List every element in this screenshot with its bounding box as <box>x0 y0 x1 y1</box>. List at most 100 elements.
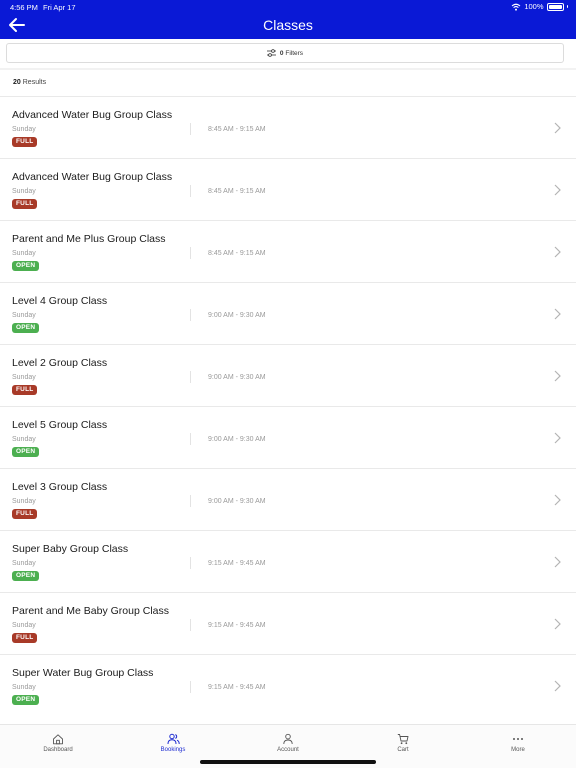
battery-nub <box>566 5 568 8</box>
tab-more[interactable]: More <box>478 733 558 753</box>
divider <box>190 371 191 383</box>
chevron-right-icon <box>554 494 561 506</box>
class-day: Sunday <box>12 560 36 567</box>
filters-count: 0 <box>279 49 284 57</box>
chevron-right-icon <box>554 308 561 320</box>
divider <box>190 433 191 445</box>
divider <box>190 123 191 135</box>
status-date: Fri Apr 17 <box>43 3 76 12</box>
class-name: Super Baby Group Class <box>12 543 129 555</box>
list-item[interactable]: Level 4 Group Class Sunday OPEN 9:00 AM … <box>0 282 576 344</box>
class-time: 9:00 AM - 9:30 AM <box>208 498 266 505</box>
status-badge: OPEN <box>12 447 40 457</box>
tab-bookings[interactable]: Bookings <box>133 733 213 753</box>
class-name: Level 5 Group Class <box>12 419 108 431</box>
chevron-right-icon <box>554 556 561 568</box>
list-item[interactable]: Parent and Me Plus Group Class Sunday OP… <box>0 220 576 282</box>
page-title: Classes <box>263 17 313 33</box>
filters-text: Filters <box>285 49 304 57</box>
status-time: 4:56 PM <box>10 3 38 12</box>
status-badge: OPEN <box>12 571 40 581</box>
list-item[interactable]: Advanced Water Bug Group Class Sunday FU… <box>0 96 576 158</box>
battery-icon <box>546 2 564 11</box>
tab-bookings-label: Bookings <box>160 747 186 753</box>
more-icon <box>513 738 523 740</box>
status-badge: FULL <box>12 509 38 519</box>
chevron-right-icon <box>554 680 561 692</box>
class-time: 9:00 AM - 9:30 AM <box>208 374 266 381</box>
class-time: 9:15 AM - 9:45 AM <box>208 622 266 629</box>
class-name: Level 3 Group Class <box>12 481 108 493</box>
class-day: Sunday <box>12 126 36 133</box>
chevron-right-icon <box>554 432 561 444</box>
results-count: 20 Results <box>13 79 46 86</box>
list-item[interactable]: Advanced Water Bug Group Class Sunday FU… <box>0 158 576 220</box>
class-day: Sunday <box>12 498 36 505</box>
divider <box>190 681 191 693</box>
class-name: Advanced Water Bug Group Class <box>12 171 173 183</box>
status-badge: FULL <box>12 199 38 209</box>
class-name: Parent and Me Plus Group Class <box>12 233 166 245</box>
class-day: Sunday <box>12 188 36 195</box>
status-badge: OPEN <box>12 323 40 333</box>
tab-dashboard[interactable]: Dashboard <box>18 733 98 753</box>
class-day: Sunday <box>12 436 36 443</box>
divider <box>190 185 191 197</box>
top-bar: 4:56 PM Fri Apr 17 100% Classes <box>0 0 576 39</box>
class-time: 9:00 AM - 9:30 AM <box>208 436 266 443</box>
chevron-right-icon <box>554 370 561 382</box>
class-day: Sunday <box>12 622 36 629</box>
tab-cart-label: Cart <box>397 747 409 753</box>
divider <box>190 495 191 507</box>
class-time: 9:00 AM - 9:30 AM <box>208 312 266 319</box>
list-item[interactable]: Level 3 Group Class Sunday FULL 9:00 AM … <box>0 468 576 530</box>
chevron-right-icon <box>554 246 561 258</box>
class-time: 8:45 AM - 9:15 AM <box>208 188 266 195</box>
class-day: Sunday <box>12 250 36 257</box>
list-item[interactable]: Super Baby Group Class Sunday OPEN 9:15 … <box>0 530 576 592</box>
class-time: 8:45 AM - 9:15 AM <box>208 250 266 257</box>
divider <box>190 309 191 321</box>
divider <box>0 68 576 70</box>
filters-button[interactable]: 0 Filters <box>6 43 564 63</box>
class-name: Parent and Me Baby Group Class <box>12 605 169 617</box>
battery-percent: 100% <box>524 2 544 11</box>
people-icon <box>167 733 180 745</box>
class-time: 8:45 AM - 9:15 AM <box>208 126 266 133</box>
list-item[interactable]: Level 5 Group Class Sunday OPEN 9:00 AM … <box>0 406 576 468</box>
status-right: 100% <box>511 2 568 11</box>
class-day: Sunday <box>12 374 36 381</box>
list-item[interactable]: Level 2 Group Class Sunday FULL 9:00 AM … <box>0 344 576 406</box>
chevron-right-icon <box>554 184 561 196</box>
status-badge: FULL <box>12 633 38 643</box>
chevron-right-icon <box>554 618 561 630</box>
sliders-icon <box>266 49 276 57</box>
filters-label: 0 Filters <box>280 50 303 57</box>
status-badge: FULL <box>12 385 38 395</box>
class-day: Sunday <box>12 312 36 319</box>
tab-more-label: More <box>511 747 525 753</box>
tab-account-label: Account <box>277 747 299 753</box>
divider <box>190 557 191 569</box>
divider <box>190 247 191 259</box>
class-list: Advanced Water Bug Group Class Sunday FU… <box>0 96 576 716</box>
results-label: Results <box>22 79 47 86</box>
home-icon <box>53 734 63 745</box>
results-number: 20 <box>13 79 21 86</box>
tab-account[interactable]: Account <box>248 733 328 753</box>
home-indicator <box>200 760 376 764</box>
tab-dashboard-label: Dashboard <box>43 747 73 753</box>
status-bar: 4:56 PM Fri Apr 17 100% <box>0 0 576 14</box>
class-name: Level 4 Group Class <box>12 295 108 307</box>
tab-cart[interactable]: Cart <box>363 733 443 753</box>
person-icon <box>283 733 293 745</box>
status-badge: OPEN <box>12 695 40 705</box>
class-name: Level 2 Group Class <box>12 357 108 369</box>
cart-icon <box>397 734 409 745</box>
class-time: 9:15 AM - 9:45 AM <box>208 684 266 691</box>
class-day: Sunday <box>12 684 36 691</box>
wifi-icon <box>511 3 521 11</box>
status-badge: OPEN <box>12 261 40 271</box>
list-item[interactable]: Parent and Me Baby Group Class Sunday FU… <box>0 592 576 654</box>
list-item[interactable]: Super Water Bug Group Class Sunday OPEN … <box>0 654 576 716</box>
